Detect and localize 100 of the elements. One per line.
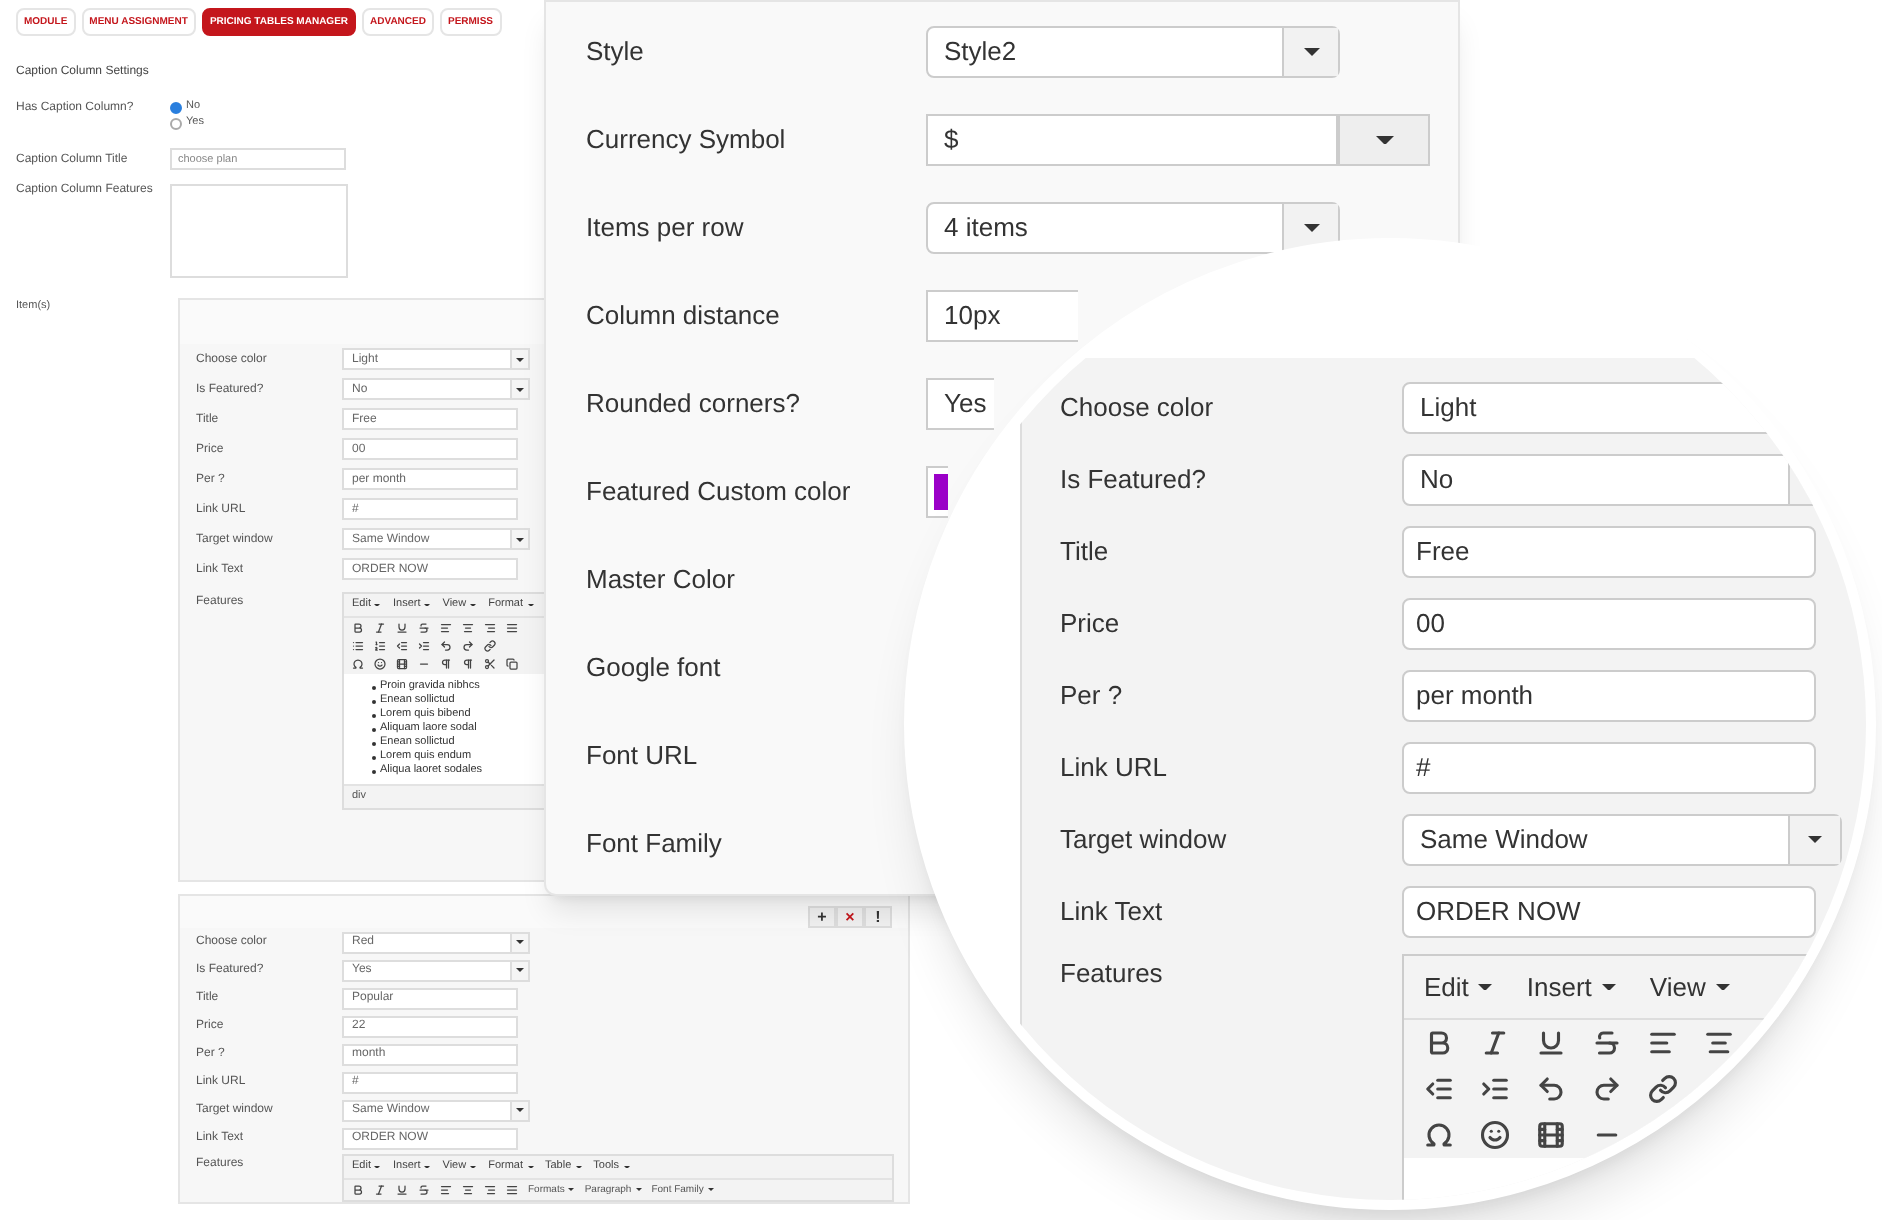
italic-icon[interactable] bbox=[1480, 1028, 1510, 1058]
redo-icon[interactable] bbox=[462, 640, 474, 652]
redo-icon[interactable] bbox=[1592, 1074, 1622, 1104]
caret-icon bbox=[568, 1188, 575, 1192]
caret-icon bbox=[1303, 48, 1319, 56]
underline-icon[interactable] bbox=[396, 622, 408, 634]
bold-icon[interactable] bbox=[352, 1184, 364, 1196]
radio-button[interactable] bbox=[170, 118, 182, 130]
caret-icon bbox=[516, 968, 524, 972]
align-center-icon[interactable] bbox=[1704, 1028, 1734, 1058]
setting-label: Font Family bbox=[586, 826, 724, 863]
caret-icon bbox=[516, 387, 524, 391]
align-left-icon[interactable] bbox=[1648, 1028, 1678, 1058]
strikethrough-icon[interactable] bbox=[1592, 1028, 1622, 1058]
card-action-button[interactable]: + bbox=[808, 906, 836, 928]
text-field[interactable]: 00 bbox=[1402, 598, 1816, 650]
italic-icon[interactable] bbox=[374, 622, 386, 634]
caret-icon bbox=[1601, 983, 1616, 991]
omega-icon[interactable] bbox=[1424, 1120, 1454, 1150]
scissors-icon[interactable] bbox=[484, 658, 496, 670]
align-right-icon[interactable] bbox=[484, 1184, 496, 1196]
bold-icon[interactable] bbox=[1424, 1028, 1454, 1058]
setting-label: Column distance bbox=[586, 298, 782, 335]
field-label: Per ? bbox=[1060, 678, 1125, 715]
caret-icon bbox=[623, 1165, 629, 1169]
text-field[interactable]: per month bbox=[1402, 670, 1816, 722]
underline-icon[interactable] bbox=[1536, 1028, 1566, 1058]
caret-icon bbox=[470, 1165, 477, 1169]
align-justify-icon[interactable] bbox=[506, 1184, 518, 1196]
bold-icon[interactable] bbox=[352, 622, 364, 634]
setting-label: Font URL bbox=[586, 738, 700, 775]
outdent-icon[interactable] bbox=[1424, 1074, 1454, 1104]
field-label: Title bbox=[1060, 534, 1111, 571]
setting-label: Items per row bbox=[586, 210, 746, 247]
caret-icon bbox=[575, 1165, 582, 1169]
align-justify-icon[interactable] bbox=[506, 622, 518, 634]
italic-icon[interactable] bbox=[374, 1184, 386, 1196]
bullet-list-icon[interactable] bbox=[352, 640, 364, 652]
align-right-icon[interactable] bbox=[484, 622, 496, 634]
caret-icon bbox=[1808, 836, 1822, 844]
text-field[interactable]: # bbox=[1402, 742, 1816, 794]
film-icon[interactable] bbox=[396, 658, 408, 670]
undo-icon[interactable] bbox=[440, 640, 452, 652]
link-icon[interactable] bbox=[1648, 1074, 1678, 1104]
field-label: Features bbox=[1060, 956, 1165, 992]
card-action-button[interactable]: × bbox=[836, 906, 864, 928]
caret-icon bbox=[374, 1165, 381, 1169]
setting-label: Google font bbox=[586, 650, 723, 687]
editor-menu-item[interactable]: Edit bbox=[1424, 967, 1493, 1007]
text-field[interactable]: $ bbox=[926, 114, 1338, 166]
caret-icon bbox=[424, 603, 431, 607]
field-label: Price bbox=[1060, 606, 1122, 643]
outdent-icon[interactable] bbox=[396, 640, 408, 652]
numbered-list-icon[interactable] bbox=[374, 640, 386, 652]
align-left-icon[interactable] bbox=[440, 622, 452, 634]
text-field[interactable]: Free bbox=[1402, 526, 1816, 578]
setting-label: Currency Symbol bbox=[586, 122, 788, 159]
field-label: Link URL bbox=[1060, 750, 1169, 787]
caret-icon bbox=[1375, 135, 1393, 145]
setting-label: Master Color bbox=[586, 562, 737, 599]
horizontal-line-icon[interactable] bbox=[418, 658, 430, 670]
strikethrough-icon[interactable] bbox=[418, 1184, 430, 1196]
caret-icon bbox=[1478, 983, 1493, 991]
copy-icon[interactable] bbox=[506, 658, 518, 670]
caret-icon bbox=[707, 1188, 714, 1192]
pilcrow-icon[interactable] bbox=[462, 658, 474, 670]
omega-icon[interactable] bbox=[352, 658, 364, 670]
select-field[interactable]: Same Window bbox=[1402, 814, 1842, 866]
caret-icon bbox=[635, 1188, 642, 1192]
strikethrough-icon[interactable] bbox=[418, 622, 430, 634]
caret-icon bbox=[527, 603, 533, 607]
editor-menu-item[interactable]: View bbox=[1649, 967, 1730, 1007]
radio-button[interactable] bbox=[170, 102, 182, 114]
setting-label: Featured Custom color bbox=[586, 474, 853, 511]
field-label: Link Text bbox=[1060, 894, 1165, 931]
align-center-icon[interactable] bbox=[462, 1184, 474, 1196]
indent-icon[interactable] bbox=[1480, 1074, 1510, 1104]
caret-icon bbox=[374, 603, 381, 607]
align-center-icon[interactable] bbox=[462, 622, 474, 634]
link-icon[interactable] bbox=[484, 640, 496, 652]
field-label: Choose color bbox=[1060, 390, 1216, 427]
text-field[interactable]: 10px bbox=[926, 290, 1078, 342]
editor-menu-item[interactable]: Insert bbox=[1526, 967, 1616, 1007]
undo-icon[interactable] bbox=[1536, 1074, 1566, 1104]
align-left-icon[interactable] bbox=[440, 1184, 452, 1196]
film-icon[interactable] bbox=[1536, 1120, 1566, 1150]
indent-icon[interactable] bbox=[418, 640, 430, 652]
field-label: Is Featured? bbox=[1060, 462, 1208, 499]
select-field[interactable]: Style2 bbox=[926, 26, 1340, 78]
text-field[interactable]: Yes bbox=[926, 378, 994, 430]
smiley-icon[interactable] bbox=[374, 658, 386, 670]
underline-icon[interactable] bbox=[396, 1184, 408, 1196]
caret-icon bbox=[424, 1165, 431, 1169]
caret-icon bbox=[527, 1165, 533, 1169]
select-field[interactable]: 4 items bbox=[926, 202, 1340, 254]
card-action-button[interactable]: ! bbox=[864, 906, 892, 928]
text-field[interactable]: ORDER NOW bbox=[1402, 886, 1816, 938]
pilcrow-icon[interactable] bbox=[440, 658, 452, 670]
color-picker[interactable] bbox=[926, 466, 948, 518]
smiley-icon[interactable] bbox=[1480, 1120, 1510, 1150]
